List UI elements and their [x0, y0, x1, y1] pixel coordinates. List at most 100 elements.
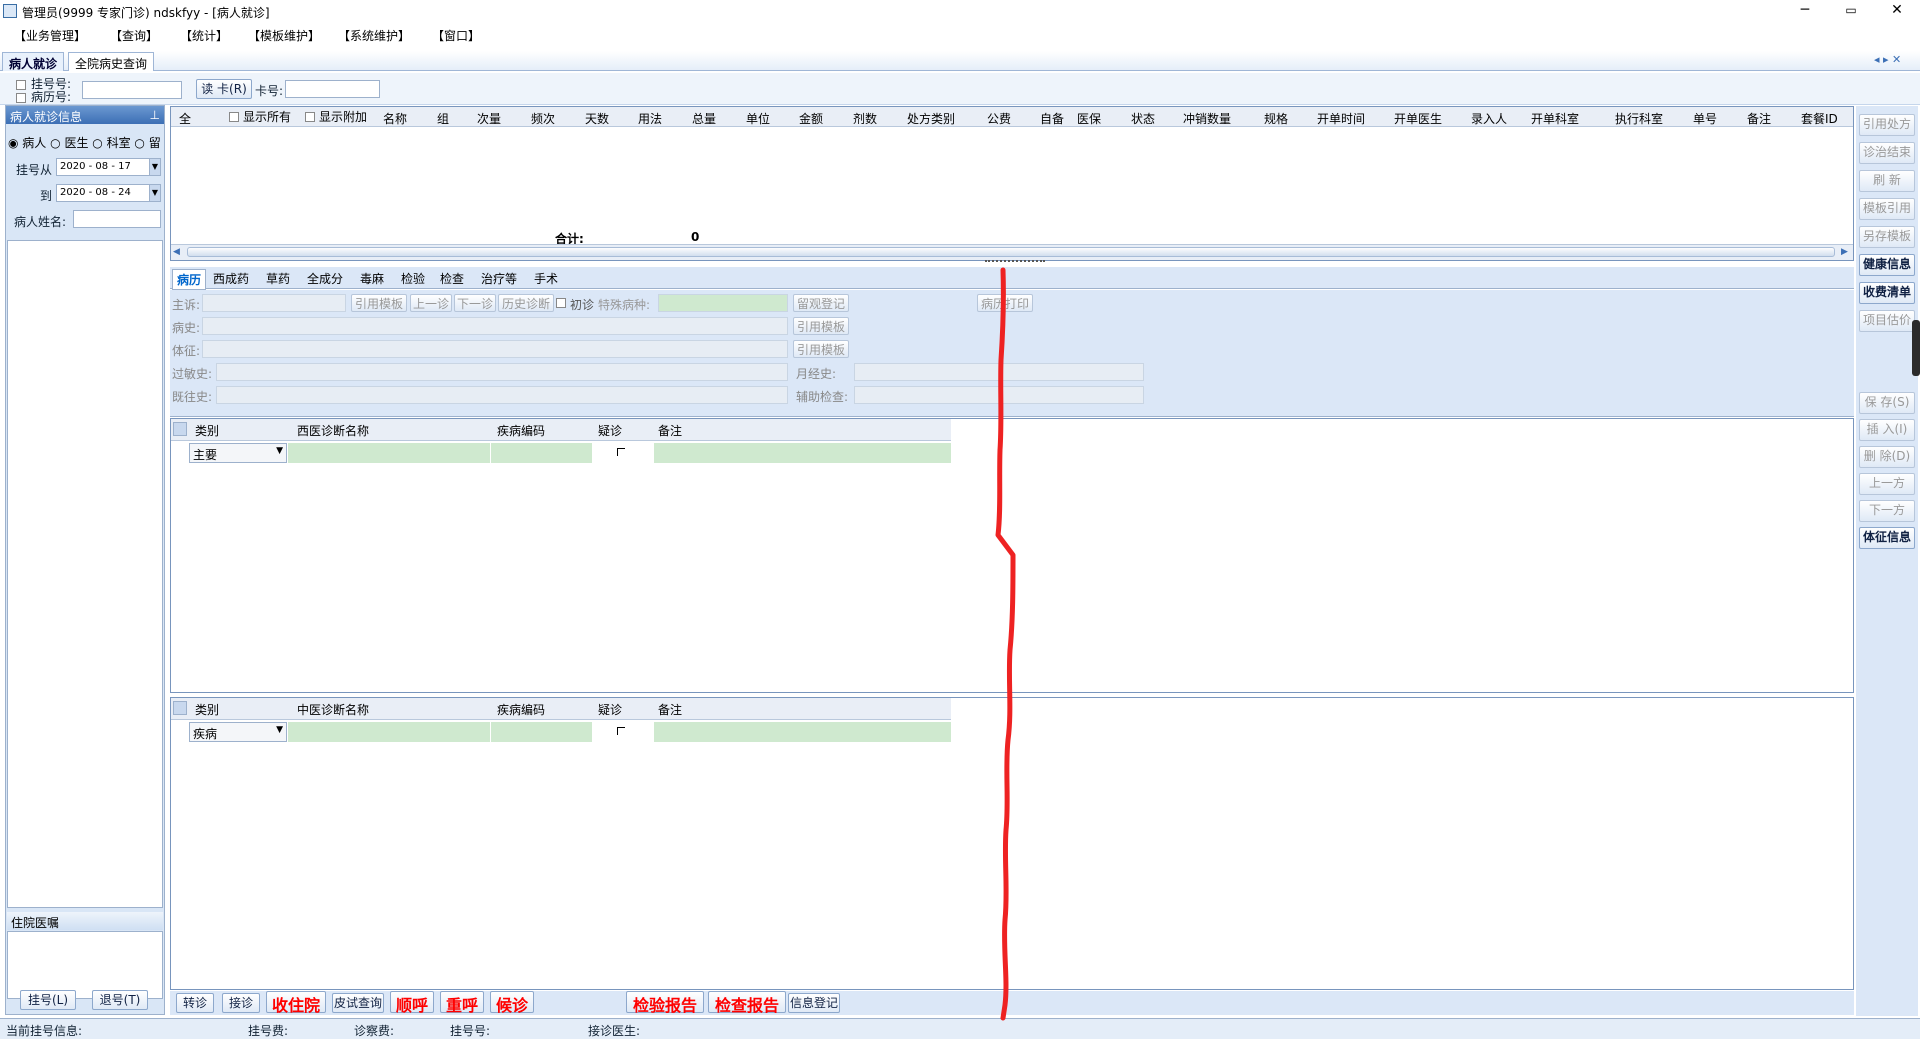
save-as-template-button[interactable]: 另存模板	[1859, 226, 1915, 248]
col-entered-by[interactable]: 录入人	[1471, 110, 1507, 127]
menu-query[interactable]: 【查询】	[110, 27, 158, 44]
save-button[interactable]: 保 存(S)	[1859, 392, 1915, 414]
date-to-picker[interactable]: 2020 - 08 - 24	[56, 184, 151, 202]
col-total[interactable]: 总量	[692, 110, 716, 127]
col-rx-type[interactable]: 处方类别	[907, 110, 955, 127]
sign-input[interactable]	[202, 340, 788, 358]
radio-doctor[interactable]: ○ 医生	[50, 136, 88, 150]
insert-button[interactable]: 插 入(I)	[1859, 419, 1915, 441]
col-name[interactable]: 名称	[383, 110, 407, 127]
item-estimate-button[interactable]: 项目估价	[1859, 310, 1915, 332]
accept-button[interactable]: 接诊	[222, 993, 260, 1013]
print-record-button[interactable]: 病历打印	[977, 294, 1033, 312]
subtab-western[interactable]: 西成药	[213, 270, 249, 287]
disease-code-cell[interactable]	[491, 443, 592, 463]
col-note[interactable]: 备注	[658, 701, 682, 718]
inpatient-orders-list[interactable]	[7, 931, 163, 999]
row-selector-icon[interactable]	[173, 701, 187, 715]
transfer-button[interactable]: 转诊	[176, 993, 214, 1013]
recall-button[interactable]: 重呼	[440, 991, 484, 1015]
chinese-diagnosis-grid[interactable]: 类别 中医诊断名称 疾病编码 疑诊 备注 疾病 ▼	[170, 697, 1854, 990]
show-extra-checkbox[interactable]	[305, 112, 315, 122]
col-write-off[interactable]: 冲销数量	[1183, 110, 1231, 127]
category-select[interactable]: 主要 ▼	[189, 443, 287, 463]
observation-register-button[interactable]: 留观登记	[793, 294, 849, 312]
menu-business[interactable]: 【业务管理】	[14, 27, 86, 44]
scroll-thumb[interactable]	[187, 247, 1835, 257]
col-package-id[interactable]: 套餐ID	[1801, 110, 1838, 127]
note-cell[interactable]	[654, 722, 951, 742]
template-cite-button[interactable]: 模板引用	[1859, 198, 1915, 220]
col-category[interactable]: 类别	[195, 422, 219, 439]
patient-list[interactable]	[7, 240, 163, 908]
show-all-checkbox[interactable]	[229, 112, 239, 122]
history-input[interactable]	[202, 317, 788, 335]
col-order-dept[interactable]: 开单科室	[1531, 110, 1579, 127]
maximize-button[interactable]: ▭	[1828, 0, 1874, 22]
note-cell[interactable]	[654, 443, 951, 463]
col-frequency[interactable]: 频次	[531, 110, 555, 127]
delete-button[interactable]: 删 除(D)	[1859, 446, 1915, 468]
col-order-no[interactable]: 单号	[1693, 110, 1717, 127]
col-public[interactable]: 公费	[987, 110, 1011, 127]
waiting-button[interactable]: 候诊	[490, 991, 534, 1015]
col-dose[interactable]: 次量	[477, 110, 501, 127]
disease-code-cell[interactable]	[491, 722, 592, 742]
subtab-narcotic[interactable]: 毒麻	[360, 270, 384, 287]
next-prescription-button[interactable]: 下一方	[1859, 500, 1915, 522]
subtab-treatment[interactable]: 治疗等	[481, 270, 517, 287]
col-doses[interactable]: 剂数	[853, 110, 877, 127]
cite-prescription-button[interactable]: 引用处方	[1859, 114, 1915, 136]
col-unit[interactable]: 单位	[746, 110, 770, 127]
chinese-diag-name-cell[interactable]	[288, 722, 490, 742]
tab-patient-visit[interactable]: 病人就诊	[2, 52, 65, 71]
col-remark[interactable]: 备注	[1747, 110, 1771, 127]
past-history-input[interactable]	[216, 386, 788, 404]
menu-window[interactable]: 【窗口】	[432, 27, 480, 44]
menu-template[interactable]: 【模板维护】	[248, 27, 320, 44]
subtab-herbal[interactable]: 草药	[266, 270, 290, 287]
col-spec[interactable]: 规格	[1264, 110, 1288, 127]
scroll-left-icon[interactable]: ◀	[173, 247, 180, 257]
reg-no-input[interactable]	[82, 81, 182, 99]
lab-report-button[interactable]: 检验报告	[626, 991, 704, 1015]
exam-report-button[interactable]: 检查报告	[708, 991, 786, 1015]
record-no-checkbox[interactable]	[16, 93, 26, 103]
suspected-cell[interactable]	[593, 443, 653, 463]
first-visit-checkbox[interactable]	[556, 298, 566, 308]
col-exec-dept[interactable]: 执行科室	[1615, 110, 1663, 127]
radio-stay[interactable]: ○ 留	[134, 136, 160, 150]
col-note[interactable]: 备注	[658, 422, 682, 439]
table-row[interactable]: 主要 ▼	[171, 442, 951, 464]
horizontal-scrollbar[interactable]: ◀ ▶	[171, 244, 1853, 260]
col-usage[interactable]: 用法	[638, 110, 662, 127]
card-no-input[interactable]	[285, 80, 380, 98]
date-to-dropdown-icon[interactable]: ▼	[149, 184, 161, 202]
col-self[interactable]: 自备	[1040, 110, 1064, 127]
splitter-handle[interactable]	[985, 260, 1045, 265]
vital-signs-button[interactable]: 体征信息	[1859, 527, 1915, 549]
suspected-checkbox[interactable]	[617, 448, 625, 456]
info-register-button[interactable]: 信息登记	[788, 993, 840, 1013]
tab-nav-icons[interactable]: ◂ ▸ ✕	[1874, 53, 1901, 66]
col-group[interactable]: 组	[437, 110, 449, 127]
cite-template-button[interactable]: 引用模板	[351, 294, 407, 312]
minimize-button[interactable]: ─	[1782, 0, 1828, 22]
fee-list-button[interactable]: 收费清单	[1859, 282, 1915, 304]
prescription-grid[interactable]: 全 显示所有 显示附加 名称 组 次量 频次 天数 用法 总量 单位 金额 剂数…	[170, 106, 1854, 261]
pin-icon[interactable]: ⊥	[150, 108, 160, 122]
skin-test-query-button[interactable]: 皮试查询	[332, 993, 384, 1013]
history-diagnosis-button[interactable]: 历史诊断	[498, 294, 554, 312]
col-category[interactable]: 类别	[195, 701, 219, 718]
finish-treatment-button[interactable]: 诊治结束	[1859, 142, 1915, 164]
refresh-button[interactable]: 刷 新	[1859, 170, 1915, 192]
col-insurance[interactable]: 医保	[1077, 110, 1101, 127]
tab-history-query[interactable]: 全院病史查询	[68, 52, 155, 71]
menu-system[interactable]: 【系统维护】	[338, 27, 410, 44]
subtab-exam[interactable]: 检查	[440, 270, 464, 287]
col-status[interactable]: 状态	[1131, 110, 1155, 127]
read-card-button[interactable]: 读 卡(R)	[196, 79, 252, 99]
patient-name-input[interactable]	[73, 210, 161, 228]
col-disease-code[interactable]: 疾病编码	[497, 422, 545, 439]
prev-prescription-button[interactable]: 上一方	[1859, 473, 1915, 495]
